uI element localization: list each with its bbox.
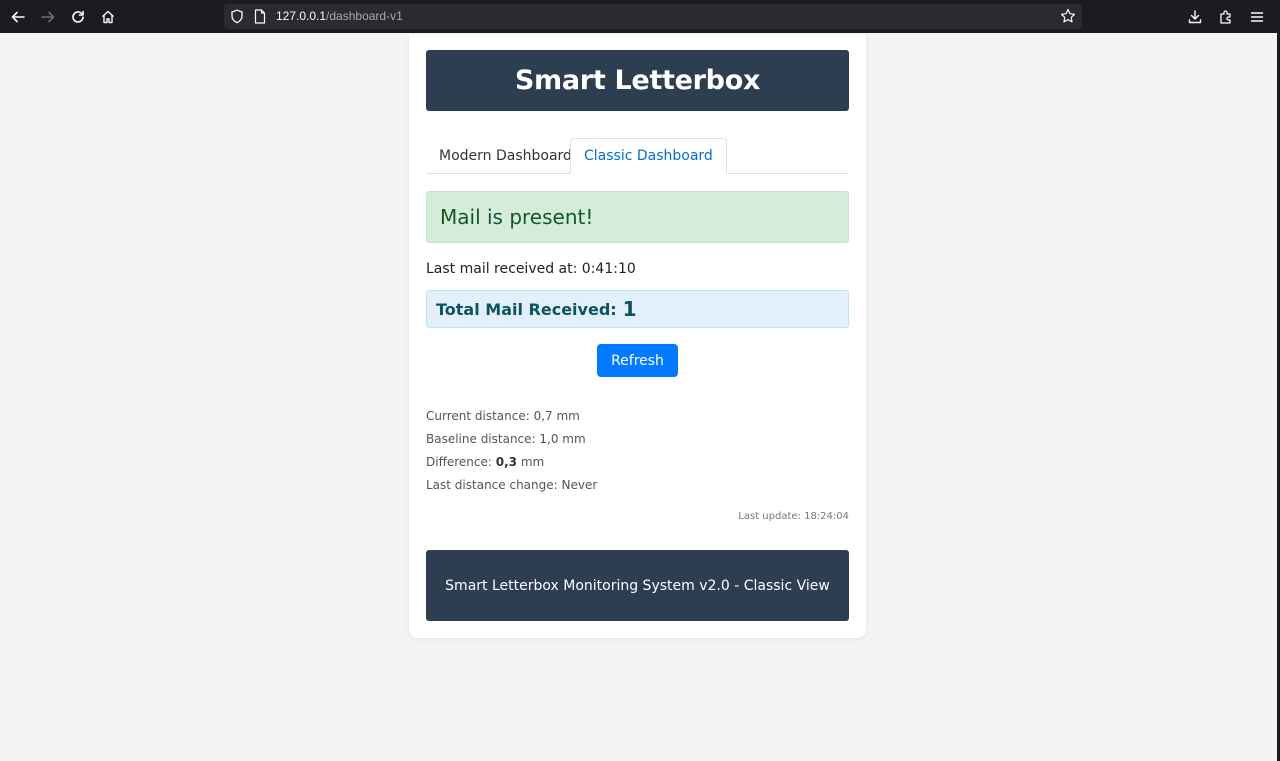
- menu-icon[interactable]: [1246, 6, 1268, 28]
- total-mail-box: Total Mail Received: 1: [426, 290, 849, 328]
- url-bar[interactable]: 127.0.0.1/dashboard-v1: [224, 4, 1082, 29]
- page-header: Smart Letterbox: [426, 50, 849, 111]
- home-icon[interactable]: [97, 6, 119, 28]
- url-host: 127.0.0.1: [276, 9, 327, 23]
- difference-unit: mm: [520, 455, 545, 469]
- extensions-icon[interactable]: [1215, 6, 1237, 28]
- url-text[interactable]: 127.0.0.1/dashboard-v1: [276, 9, 403, 23]
- star-icon[interactable]: [1060, 8, 1076, 28]
- last-distance-change: Last distance change: Never: [426, 478, 598, 492]
- total-mail-label: Total Mail Received:: [436, 299, 617, 319]
- download-icon[interactable]: [1184, 6, 1206, 28]
- page-icon: [254, 9, 266, 28]
- reload-icon[interactable]: [67, 6, 89, 28]
- page-footer: Smart Letterbox Monitoring System v2.0 -…: [426, 550, 849, 621]
- baseline-distance: Baseline distance: 1,0 mm: [426, 432, 586, 446]
- footer-text: Smart Letterbox Monitoring System v2.0 -…: [445, 577, 830, 594]
- refresh-button[interactable]: Refresh: [597, 344, 678, 377]
- page-title: Smart Letterbox: [514, 65, 761, 96]
- difference-line: Difference: 0,3 mm: [426, 455, 544, 469]
- shield-icon[interactable]: [230, 9, 244, 28]
- last-update: Last update: 18:24:04: [738, 511, 849, 522]
- forward-icon[interactable]: [37, 6, 59, 28]
- difference-label: Difference:: [426, 455, 492, 469]
- mail-status-alert: Mail is present!: [426, 191, 849, 243]
- difference-value: 0,3: [495, 455, 517, 469]
- dashboard-card: Smart Letterbox Modern Dashboard Classic…: [409, 34, 866, 638]
- browser-toolbar: 127.0.0.1/dashboard-v1: [0, 0, 1280, 33]
- back-icon[interactable]: [7, 6, 29, 28]
- dashboard-tabs: Modern Dashboard Classic Dashboard: [426, 138, 849, 174]
- last-mail-time: Last mail received at: 0:41:10: [426, 261, 636, 277]
- tab-classic-dashboard[interactable]: Classic Dashboard: [570, 138, 727, 174]
- total-mail-count: 1: [622, 297, 637, 321]
- current-distance: Current distance: 0,7 mm: [426, 409, 580, 423]
- tab-modern-dashboard[interactable]: Modern Dashboard: [426, 138, 585, 174]
- url-path: /dashboard-v1: [326, 9, 403, 23]
- mail-status-message: Mail is present!: [440, 205, 594, 229]
